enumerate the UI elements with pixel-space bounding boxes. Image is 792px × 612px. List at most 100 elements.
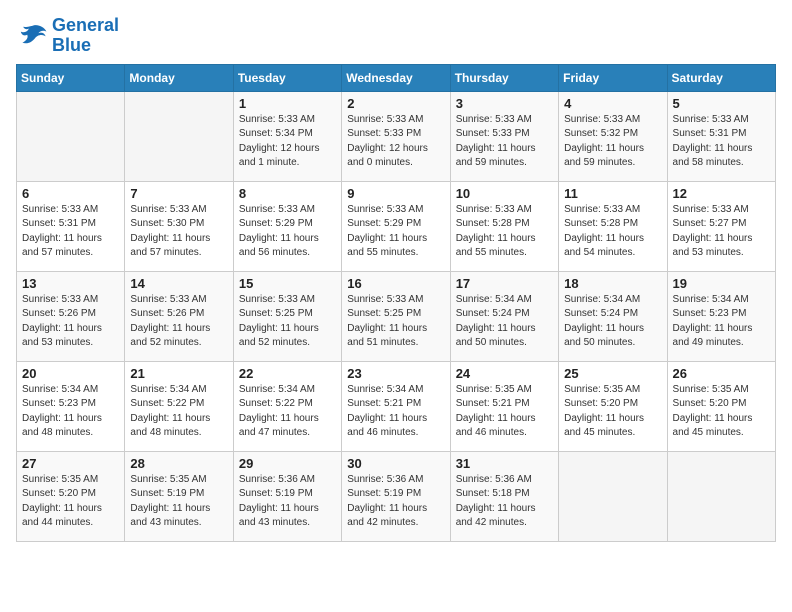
day-cell: 5 Sunrise: 5:33 AM Sunset: 5:31 PM Daylig… xyxy=(667,91,775,181)
day-info: Sunrise: 5:36 AM Sunset: 5:19 PM Dayligh… xyxy=(239,473,336,531)
day-info: Sunrise: 5:33 AM Sunset: 5:26 PM Dayligh… xyxy=(130,293,227,351)
day-info: Sunrise: 5:33 AM Sunset: 5:30 PM Dayligh… xyxy=(130,203,227,261)
week-row-2: 6 Sunrise: 5:33 AM Sunset: 5:31 PM Daylig… xyxy=(17,181,776,271)
logo-text: General Blue xyxy=(52,16,119,56)
day-cell: 7 Sunrise: 5:33 AM Sunset: 5:30 PM Daylig… xyxy=(125,181,233,271)
day-cell xyxy=(667,451,775,541)
day-cell: 2Sunrise: 5:33 AM Sunset: 5:33 PM Daylig… xyxy=(342,91,450,181)
day-number: 7 xyxy=(130,186,227,201)
day-number: 30 xyxy=(347,456,444,471)
week-row-1: 1 Sunrise: 5:33 AM Sunset: 5:34 PM Daylig… xyxy=(17,91,776,181)
day-info: Sunrise: 5:33 AM Sunset: 5:28 PM Dayligh… xyxy=(564,203,661,261)
header-row: SundayMondayTuesdayWednesdayThursdayFrid… xyxy=(17,64,776,91)
calendar-table: SundayMondayTuesdayWednesdayThursdayFrid… xyxy=(16,64,776,542)
logo: General Blue xyxy=(16,16,119,56)
day-cell: 11 Sunrise: 5:33 AM Sunset: 5:28 PM Dayli… xyxy=(559,181,667,271)
page-header: General Blue xyxy=(16,16,776,56)
day-info: Sunrise: 5:33 AM Sunset: 5:31 PM Dayligh… xyxy=(22,203,119,261)
week-row-4: 20 Sunrise: 5:34 AM Sunset: 5:23 PM Dayli… xyxy=(17,361,776,451)
day-info: Sunrise: 5:34 AM Sunset: 5:22 PM Dayligh… xyxy=(239,383,336,441)
header-cell-wednesday: Wednesday xyxy=(342,64,450,91)
day-cell xyxy=(17,91,125,181)
day-info: Sunrise: 5:33 AM Sunset: 5:27 PM Dayligh… xyxy=(673,203,770,261)
week-row-5: 27 Sunrise: 5:35 AM Sunset: 5:20 PM Dayli… xyxy=(17,451,776,541)
day-cell: 27 Sunrise: 5:35 AM Sunset: 5:20 PM Dayli… xyxy=(17,451,125,541)
day-cell xyxy=(125,91,233,181)
header-cell-tuesday: Tuesday xyxy=(233,64,341,91)
day-info: Sunrise: 5:34 AM Sunset: 5:21 PM Dayligh… xyxy=(347,383,444,441)
day-cell: 19 Sunrise: 5:34 AM Sunset: 5:23 PM Dayli… xyxy=(667,271,775,361)
day-info: Sunrise: 5:35 AM Sunset: 5:20 PM Dayligh… xyxy=(673,383,770,441)
day-cell: 15Sunrise: 5:33 AM Sunset: 5:25 PM Dayli… xyxy=(233,271,341,361)
day-cell: 25 Sunrise: 5:35 AM Sunset: 5:20 PM Dayli… xyxy=(559,361,667,451)
day-info: Sunrise: 5:34 AM Sunset: 5:23 PM Dayligh… xyxy=(22,383,119,441)
day-info: Sunrise: 5:33 AM Sunset: 5:25 PM Dayligh… xyxy=(239,293,336,351)
day-number: 4 xyxy=(564,96,661,111)
day-number: 18 xyxy=(564,276,661,291)
day-cell: 16 Sunrise: 5:33 AM Sunset: 5:25 PM Dayli… xyxy=(342,271,450,361)
day-cell: 13Sunrise: 5:33 AM Sunset: 5:26 PM Dayli… xyxy=(17,271,125,361)
day-info: Sunrise: 5:33 AM Sunset: 5:31 PM Dayligh… xyxy=(673,113,770,171)
day-cell: 18 Sunrise: 5:34 AM Sunset: 5:24 PM Dayli… xyxy=(559,271,667,361)
day-cell: 17Sunrise: 5:34 AM Sunset: 5:24 PM Dayli… xyxy=(450,271,558,361)
day-info: Sunrise: 5:35 AM Sunset: 5:20 PM Dayligh… xyxy=(22,473,119,531)
day-number: 27 xyxy=(22,456,119,471)
day-cell: 4 Sunrise: 5:33 AM Sunset: 5:32 PM Daylig… xyxy=(559,91,667,181)
day-number: 2 xyxy=(347,96,444,111)
day-number: 23 xyxy=(347,366,444,381)
day-cell: 29 Sunrise: 5:36 AM Sunset: 5:19 PM Dayli… xyxy=(233,451,341,541)
day-number: 3 xyxy=(456,96,553,111)
header-cell-friday: Friday xyxy=(559,64,667,91)
day-number: 26 xyxy=(673,366,770,381)
header-cell-saturday: Saturday xyxy=(667,64,775,91)
day-number: 14 xyxy=(130,276,227,291)
day-info: Sunrise: 5:33 AM Sunset: 5:28 PM Dayligh… xyxy=(456,203,553,261)
day-number: 8 xyxy=(239,186,336,201)
day-info: Sunrise: 5:34 AM Sunset: 5:22 PM Dayligh… xyxy=(130,383,227,441)
day-info: Sunrise: 5:33 AM Sunset: 5:34 PM Dayligh… xyxy=(239,113,336,171)
header-cell-sunday: Sunday xyxy=(17,64,125,91)
day-info: Sunrise: 5:34 AM Sunset: 5:24 PM Dayligh… xyxy=(564,293,661,351)
day-number: 10 xyxy=(456,186,553,201)
day-cell: 6 Sunrise: 5:33 AM Sunset: 5:31 PM Daylig… xyxy=(17,181,125,271)
day-cell: 12 Sunrise: 5:33 AM Sunset: 5:27 PM Dayli… xyxy=(667,181,775,271)
day-cell: 1 Sunrise: 5:33 AM Sunset: 5:34 PM Daylig… xyxy=(233,91,341,181)
day-info: Sunrise: 5:36 AM Sunset: 5:19 PM Dayligh… xyxy=(347,473,444,531)
day-info: Sunrise: 5:34 AM Sunset: 5:23 PM Dayligh… xyxy=(673,293,770,351)
day-info: Sunrise: 5:35 AM Sunset: 5:20 PM Dayligh… xyxy=(564,383,661,441)
day-cell: 23 Sunrise: 5:34 AM Sunset: 5:21 PM Dayli… xyxy=(342,361,450,451)
day-info: Sunrise: 5:33 AM Sunset: 5:32 PM Dayligh… xyxy=(564,113,661,171)
day-cell: 9Sunrise: 5:33 AM Sunset: 5:29 PM Daylig… xyxy=(342,181,450,271)
day-number: 6 xyxy=(22,186,119,201)
day-number: 1 xyxy=(239,96,336,111)
day-number: 11 xyxy=(564,186,661,201)
day-number: 28 xyxy=(130,456,227,471)
day-info: Sunrise: 5:33 AM Sunset: 5:26 PM Dayligh… xyxy=(22,293,119,351)
day-number: 29 xyxy=(239,456,336,471)
logo-icon xyxy=(16,22,48,50)
day-cell: 31Sunrise: 5:36 AM Sunset: 5:18 PM Dayli… xyxy=(450,451,558,541)
day-cell: 26 Sunrise: 5:35 AM Sunset: 5:20 PM Dayli… xyxy=(667,361,775,451)
day-cell: 30 Sunrise: 5:36 AM Sunset: 5:19 PM Dayli… xyxy=(342,451,450,541)
day-cell: 10 Sunrise: 5:33 AM Sunset: 5:28 PM Dayli… xyxy=(450,181,558,271)
day-info: Sunrise: 5:35 AM Sunset: 5:19 PM Dayligh… xyxy=(130,473,227,531)
day-info: Sunrise: 5:36 AM Sunset: 5:18 PM Dayligh… xyxy=(456,473,553,531)
day-cell: 14 Sunrise: 5:33 AM Sunset: 5:26 PM Dayli… xyxy=(125,271,233,361)
day-number: 16 xyxy=(347,276,444,291)
day-info: Sunrise: 5:33 AM Sunset: 5:29 PM Dayligh… xyxy=(239,203,336,261)
day-number: 19 xyxy=(673,276,770,291)
day-number: 21 xyxy=(130,366,227,381)
day-cell: 20 Sunrise: 5:34 AM Sunset: 5:23 PM Dayli… xyxy=(17,361,125,451)
header-cell-thursday: Thursday xyxy=(450,64,558,91)
day-info: Sunrise: 5:33 AM Sunset: 5:25 PM Dayligh… xyxy=(347,293,444,351)
day-cell: 24Sunrise: 5:35 AM Sunset: 5:21 PM Dayli… xyxy=(450,361,558,451)
day-cell: 21 Sunrise: 5:34 AM Sunset: 5:22 PM Dayli… xyxy=(125,361,233,451)
week-row-3: 13Sunrise: 5:33 AM Sunset: 5:26 PM Dayli… xyxy=(17,271,776,361)
day-number: 20 xyxy=(22,366,119,381)
day-cell: 3Sunrise: 5:33 AM Sunset: 5:33 PM Daylig… xyxy=(450,91,558,181)
day-number: 25 xyxy=(564,366,661,381)
day-cell: 22Sunrise: 5:34 AM Sunset: 5:22 PM Dayli… xyxy=(233,361,341,451)
day-number: 5 xyxy=(673,96,770,111)
day-info: Sunrise: 5:33 AM Sunset: 5:29 PM Dayligh… xyxy=(347,203,444,261)
day-number: 12 xyxy=(673,186,770,201)
